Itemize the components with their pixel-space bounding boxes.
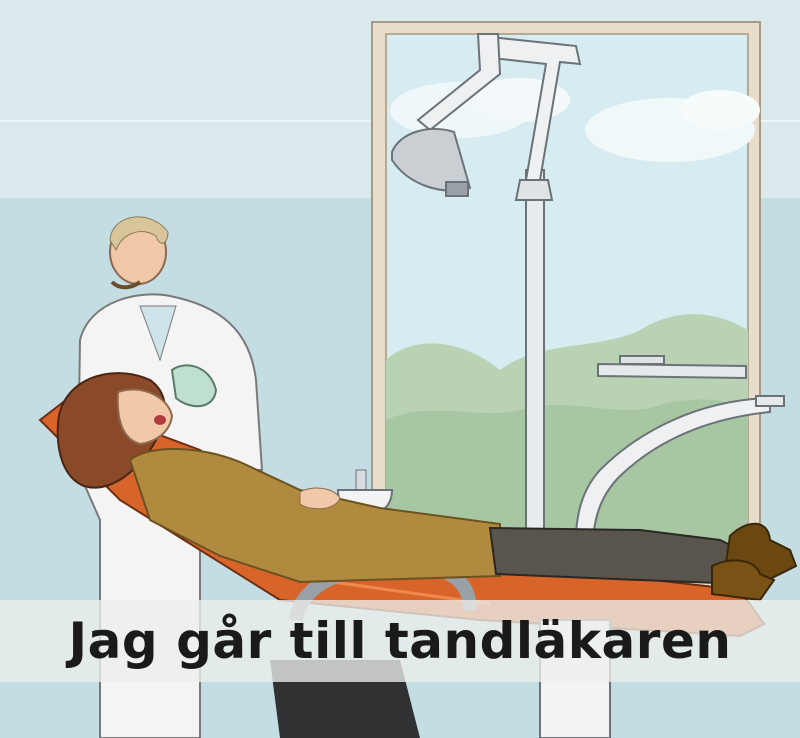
illustration: Jag går till tandläkaren (0, 0, 800, 738)
window (371, 21, 761, 591)
caption-text: Jag går till tandläkaren (68, 612, 732, 670)
